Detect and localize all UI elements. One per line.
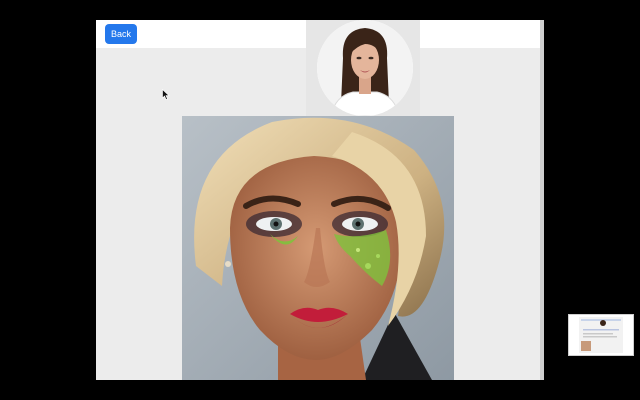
mouse-cursor-icon: [162, 89, 170, 100]
presenter-video-tile: [306, 20, 420, 124]
presenter-image: [317, 20, 413, 116]
window-scrollbar[interactable]: [540, 20, 544, 380]
screen-share-thumbnail[interactable]: [568, 314, 634, 356]
screen: Back: [0, 0, 640, 400]
portrait-image: [182, 116, 454, 380]
presenter-avatar: [317, 20, 413, 116]
back-button[interactable]: Back: [105, 24, 137, 44]
app-window: Back: [96, 20, 540, 380]
